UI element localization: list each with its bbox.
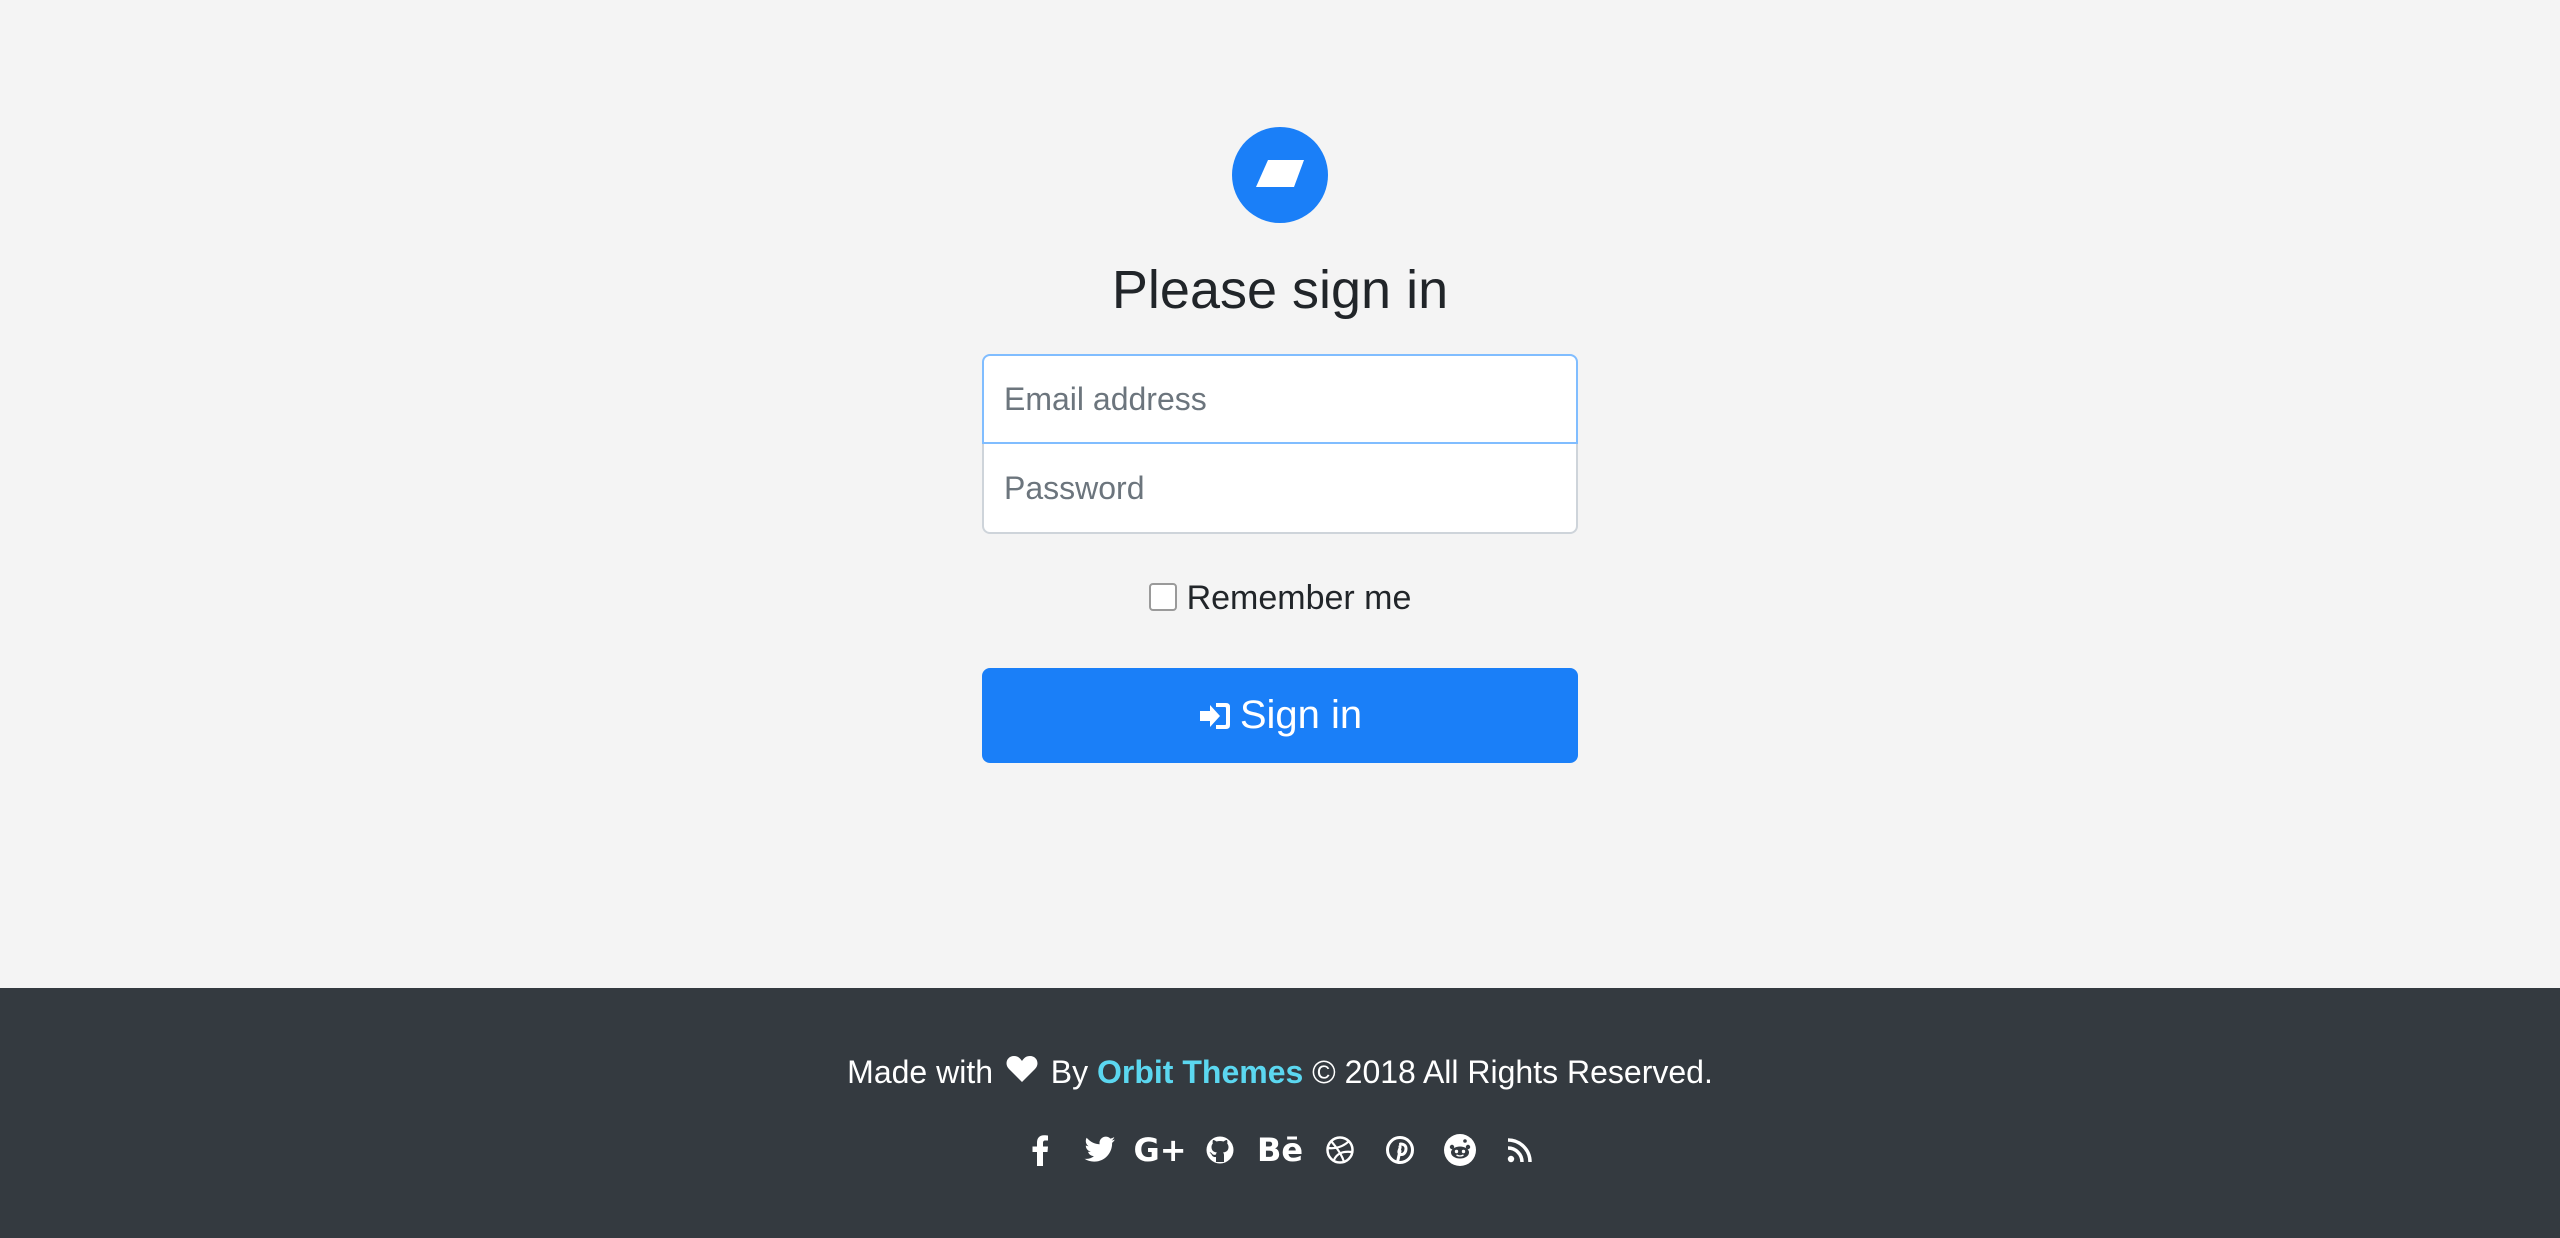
sign-in-page: Please sign in Remember me Sign in: [0, 0, 2560, 988]
remember-me-checkbox[interactable]: [1148, 583, 1177, 612]
email-field[interactable]: [982, 354, 1578, 444]
footer-credits: Made with By Orbit Themes © 2018 All Rig…: [0, 1050, 2560, 1097]
made-with-text: Made with: [847, 1054, 993, 1090]
heart-icon: [1006, 1050, 1038, 1094]
pinterest-icon[interactable]: [1370, 1128, 1430, 1172]
dribbble-icon[interactable]: [1310, 1128, 1370, 1172]
behance-icon[interactable]: Bē: [1250, 1128, 1310, 1172]
remember-me-label[interactable]: Remember me: [1187, 579, 1412, 617]
google-plus-icon[interactable]: G+: [1130, 1128, 1190, 1172]
rss-icon[interactable]: [1490, 1128, 1550, 1172]
footer: [0, 988, 2560, 1238]
facebook-icon[interactable]: [1010, 1128, 1070, 1172]
by-text: By: [1050, 1054, 1089, 1090]
reddit-icon[interactable]: [1430, 1128, 1490, 1172]
orbit-themes-link[interactable]: Orbit Themes: [1097, 1054, 1303, 1090]
twitter-icon[interactable]: [1070, 1128, 1130, 1172]
parallelogram-logo-icon: [1232, 127, 1328, 223]
sign-in-button[interactable]: Sign in: [982, 668, 1578, 763]
password-field[interactable]: [982, 444, 1578, 534]
sign-in-button-label: Sign in: [1239, 693, 1363, 737]
page-title: Please sign in: [1111, 260, 1449, 320]
github-icon[interactable]: [1190, 1128, 1250, 1172]
sign-in-icon: [1198, 700, 1232, 732]
copyright-text: © 2018 All Rights Reserved.: [1312, 1054, 1713, 1090]
social-links: G+ Bē: [0, 1128, 2560, 1172]
remember-me-row: Remember me: [0, 574, 2560, 622]
